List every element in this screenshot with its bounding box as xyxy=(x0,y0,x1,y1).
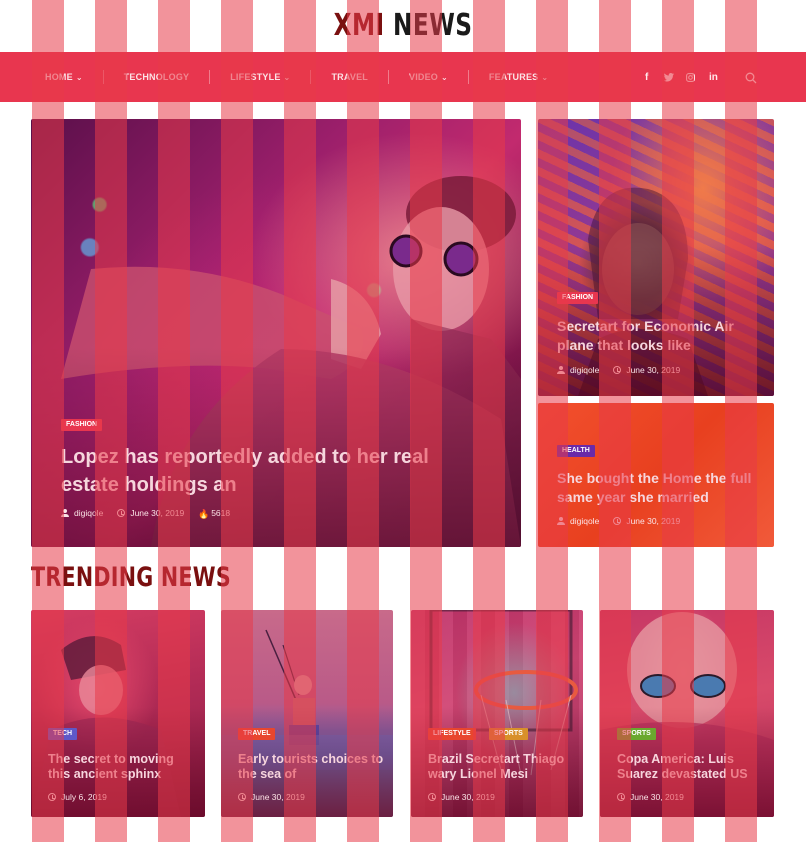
linkedin-glyph: in xyxy=(709,71,718,83)
date-text: June 30, 2019 xyxy=(630,792,684,802)
twitter-icon[interactable] xyxy=(664,52,674,102)
category-badge[interactable]: FASHION xyxy=(557,292,599,304)
clock-icon xyxy=(613,517,622,525)
nav-item-label: TRAVEL xyxy=(331,72,368,82)
post-meta: digiqole June 30, 2019 xyxy=(557,365,694,375)
post-meta: digiqole June 30, 2019 🔥 5618 xyxy=(61,508,244,519)
instagram-icon[interactable] xyxy=(686,52,695,102)
nav-item-lifestyle[interactable]: LIFESTYLE ⌄ xyxy=(230,72,290,82)
user-icon xyxy=(61,509,69,517)
post-title[interactable]: Early tourists choices to the sea of xyxy=(238,752,388,782)
trending-card[interactable]: LIFESTYLE SPORTS Brazil Secretart Thiago… xyxy=(411,610,583,817)
post-title[interactable]: Brazil Secretart Thiago wary Lionel Mesi xyxy=(428,752,578,782)
facebook-glyph: f xyxy=(645,71,649,83)
post-date: June 30, 2019 xyxy=(238,792,305,802)
user-icon xyxy=(557,517,565,525)
date-text: June 30, 2019 xyxy=(130,508,185,518)
section-title-trending: TRENDING NEWS xyxy=(31,562,231,593)
post-meta: June 30, 2019 xyxy=(617,792,698,802)
author[interactable]: digiqole xyxy=(557,516,599,526)
category-badge[interactable]: SPORTS xyxy=(617,728,656,740)
chevron-down-icon: ⌄ xyxy=(541,72,549,82)
trending-card[interactable]: TRAVEL Early tourists choices to the sea… xyxy=(221,610,393,817)
featured-post-side-2[interactable]: HEALTH She bought the Home the full same… xyxy=(538,403,774,547)
nav-divider xyxy=(310,70,312,84)
facebook-icon[interactable]: f xyxy=(645,52,648,102)
author-name: digiqole xyxy=(74,508,104,518)
views-text: 5618 xyxy=(211,508,231,518)
nav-item-technology[interactable]: TECHNOLOGY xyxy=(124,72,190,82)
instagram-glyph xyxy=(686,72,695,82)
date-text: July 6, 2019 xyxy=(61,792,107,802)
nav-divider xyxy=(209,70,211,84)
post-meta: July 6, 2019 xyxy=(48,792,121,802)
clock-icon xyxy=(428,793,436,801)
site-logo[interactable]: XMI NEWS xyxy=(56,8,749,43)
author-name: digiqole xyxy=(570,365,600,375)
date-text: June 30, 2019 xyxy=(626,365,681,375)
trending-card[interactable]: TECH The secret to moving this ancient s… xyxy=(31,610,205,817)
nav-item-video[interactable]: VIDEO ⌄ xyxy=(409,72,448,82)
nav-item-features[interactable]: FEATURES ⌄ xyxy=(489,72,548,82)
author[interactable]: digiqole xyxy=(557,365,599,375)
clock-icon xyxy=(117,509,126,517)
post-title[interactable]: The secret to moving this ancient sphinx xyxy=(48,752,198,782)
fire-icon: 🔥 xyxy=(198,509,210,519)
nav-item-label: LIFESTYLE xyxy=(230,72,281,82)
post-date: June 30, 2019 xyxy=(428,792,495,802)
post-title[interactable]: She bought the Home the full same year s… xyxy=(557,469,762,507)
category-badge[interactable]: HEALTH xyxy=(557,445,595,457)
search-icon[interactable] xyxy=(745,72,757,84)
author[interactable]: digiqole xyxy=(61,508,103,518)
clock-icon xyxy=(48,793,56,801)
clock-icon xyxy=(238,793,246,801)
logo-part-1: XMI xyxy=(333,8,385,43)
nav-item-home[interactable]: HOME ⌄ xyxy=(45,72,83,82)
twitter-glyph xyxy=(664,72,674,81)
nav-item-label: FEATURES xyxy=(488,72,539,82)
logo-part-2: NEWS xyxy=(393,8,473,43)
nav-item-label: VIDEO xyxy=(409,72,439,82)
category-badge[interactable]: FASHION xyxy=(61,419,103,431)
author-name: digiqole xyxy=(570,516,600,526)
post-date: June 30, 2019 xyxy=(617,792,684,802)
post-date: July 6, 2019 xyxy=(48,792,107,802)
nav-item-travel[interactable]: TRAVEL xyxy=(331,72,368,82)
nav-divider xyxy=(467,70,469,84)
main-nav: HOME ⌄ TECHNOLOGY LIFESTYLE ⌄ TRAVEL VID… xyxy=(0,52,806,102)
nav-item-label: HOME xyxy=(45,72,73,82)
post-title[interactable]: Lopez has reportedly added to her real e… xyxy=(61,443,491,499)
featured-post-side-1[interactable]: FASHION Secretart for Economic Air plane… xyxy=(538,119,774,396)
post-meta: June 30, 2019 xyxy=(238,792,319,802)
nav-divider xyxy=(102,70,104,84)
category-badge[interactable]: LIFESTYLE xyxy=(428,728,476,740)
post-title[interactable]: Secretart for Economic Air plane that lo… xyxy=(557,317,757,355)
user-icon xyxy=(557,366,565,374)
post-date: June 30, 2019 xyxy=(613,365,680,375)
post-date: June 30, 2019 xyxy=(117,508,184,518)
post-title[interactable]: Copa America: Luis Suarez devastated US xyxy=(617,752,767,782)
date-text: June 30, 2019 xyxy=(441,792,495,802)
category-badge[interactable]: TRAVEL xyxy=(238,728,276,740)
clock-icon xyxy=(613,366,622,374)
featured-post-main[interactable]: FASHION Lopez has reportedly added to he… xyxy=(31,119,521,547)
post-meta: digiqole June 30, 2019 xyxy=(557,516,694,526)
category-badge[interactable]: SPORTS xyxy=(489,728,528,740)
category-badge[interactable]: TECH xyxy=(48,728,78,740)
date-text: June 30, 2019 xyxy=(251,792,305,802)
trending-card[interactable]: SPORTS Copa America: Luis Suarez devasta… xyxy=(600,610,774,817)
post-date: June 30, 2019 xyxy=(613,516,680,526)
chevron-down-icon: ⌄ xyxy=(441,72,448,82)
chevron-down-icon: ⌄ xyxy=(75,72,83,82)
chevron-down-icon: ⌄ xyxy=(283,72,291,82)
clock-icon xyxy=(617,793,625,801)
nav-item-label: TECHNOLOGY xyxy=(123,72,190,82)
view-count: 🔥 5618 xyxy=(198,508,231,519)
date-text: June 30, 2019 xyxy=(626,516,681,526)
linkedin-icon[interactable]: in xyxy=(709,52,718,102)
post-meta: June 30, 2019 xyxy=(428,792,509,802)
nav-menu: HOME ⌄ TECHNOLOGY LIFESTYLE ⌄ TRAVEL VID… xyxy=(45,52,548,102)
nav-divider xyxy=(388,70,389,84)
